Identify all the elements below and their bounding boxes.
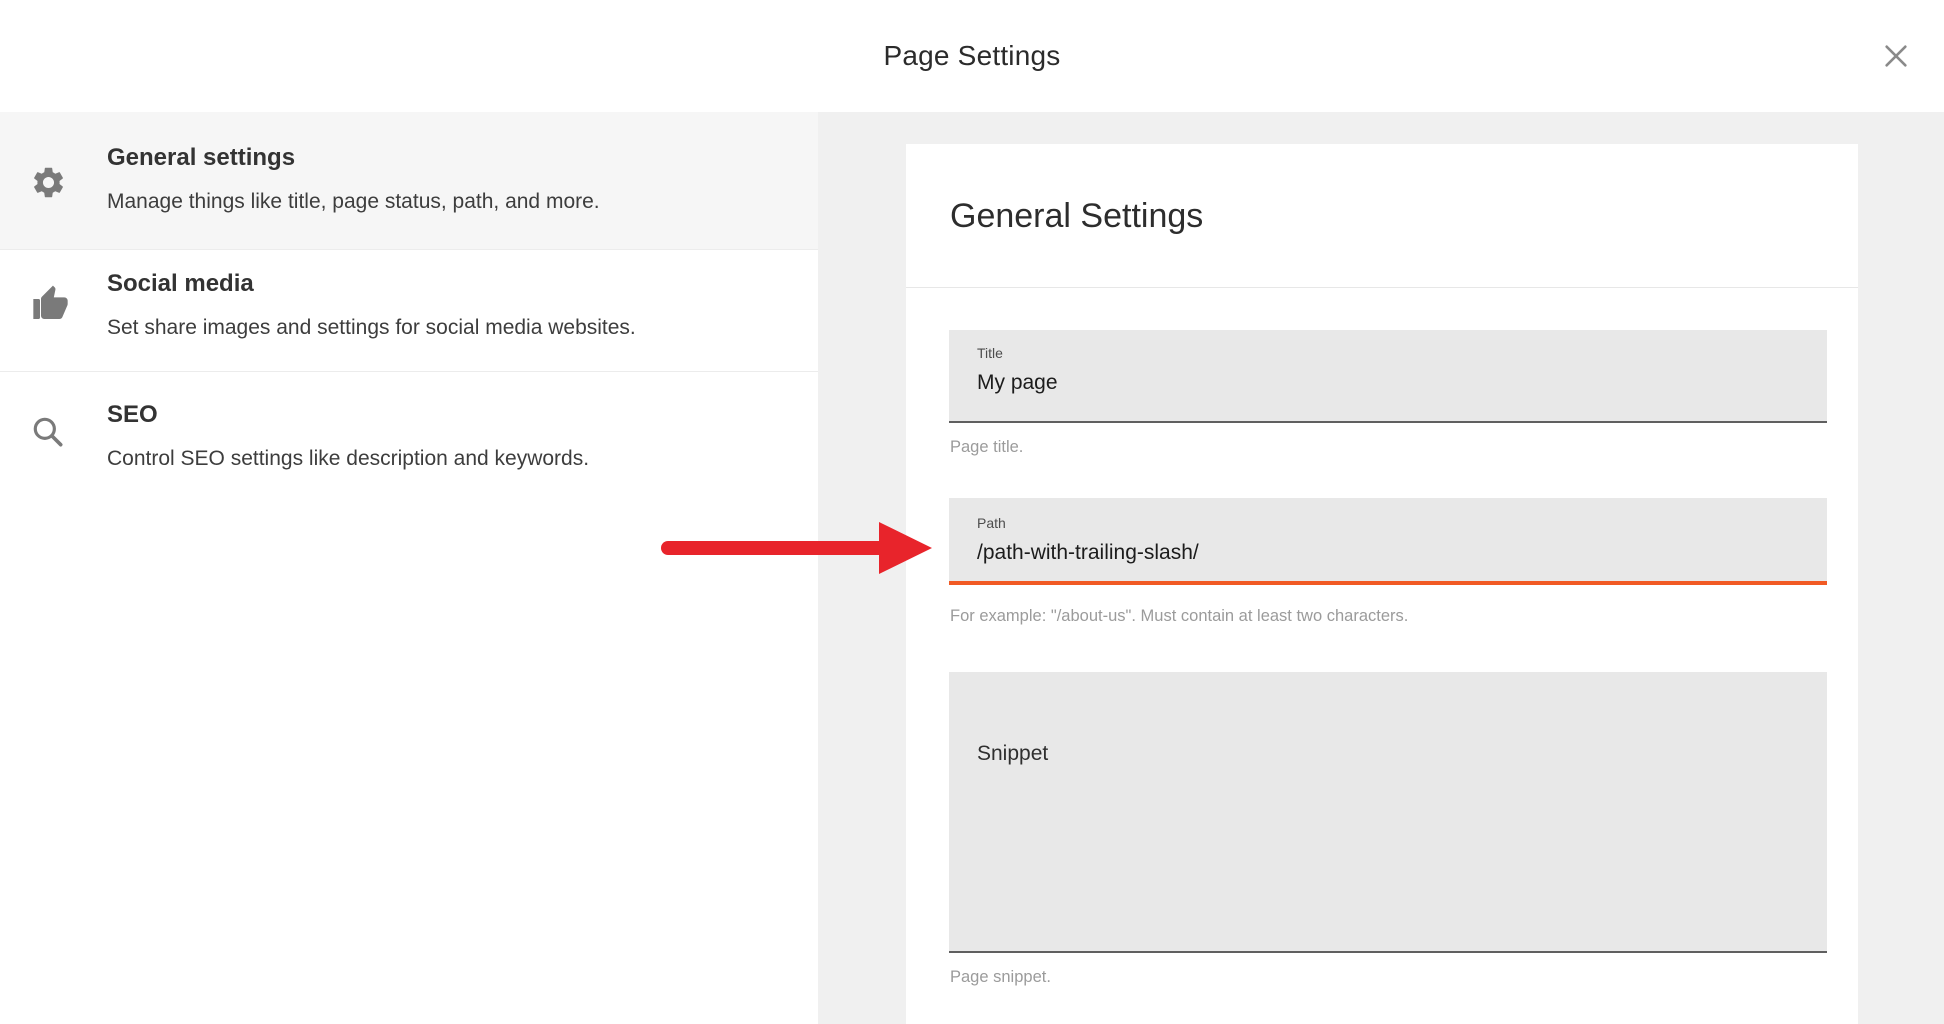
sidebar-item-description: Manage things like title, page status, p…	[107, 190, 788, 214]
sidebar-item-description: Control SEO settings like description an…	[107, 447, 788, 471]
close-button[interactable]	[1868, 28, 1924, 84]
search-icon	[30, 414, 66, 455]
path-field-helper: For example: "/about-us". Must contain a…	[950, 605, 1408, 627]
sidebar-item-general-settings[interactable]: General settings Manage things like titl…	[0, 112, 818, 250]
sidebar-item-social-media[interactable]: Social media Set share images and settin…	[0, 250, 818, 372]
section-heading: General Settings	[950, 197, 1203, 236]
sidebar-item-seo[interactable]: SEO Control SEO settings like descriptio…	[0, 372, 818, 494]
main-panel: General Settings Title Page title. Path …	[818, 112, 1944, 1024]
title-input[interactable]	[977, 368, 1797, 398]
sidebar-item-title: SEO	[107, 402, 788, 428]
sidebar-item-description: Set share images and settings for social…	[107, 316, 788, 340]
path-input[interactable]	[977, 538, 1797, 568]
snippet-field-label: Snippet	[977, 742, 1048, 766]
section-divider	[906, 287, 1858, 288]
snippet-field[interactable]: Snippet	[949, 672, 1827, 953]
sidebar-item-title: Social media	[107, 271, 788, 297]
page-title: Page Settings	[884, 40, 1061, 72]
modal-header: Page Settings	[0, 0, 1944, 112]
title-field-label: Title	[977, 345, 1003, 361]
settings-sidebar: General settings Manage things like titl…	[0, 112, 818, 1024]
path-field-label: Path	[977, 515, 1006, 531]
gear-icon	[30, 164, 67, 206]
snippet-field-helper: Page snippet.	[950, 966, 1051, 988]
title-field[interactable]: Title	[949, 330, 1827, 423]
path-field[interactable]: Path	[949, 498, 1827, 585]
settings-card: General Settings Title Page title. Path …	[906, 144, 1858, 1024]
close-icon	[1882, 42, 1910, 70]
title-field-helper: Page title.	[950, 436, 1023, 458]
page-settings-modal: Page Settings General settings Manage th…	[0, 0, 1944, 1024]
thumbs-up-icon	[30, 284, 70, 329]
sidebar-item-title: General settings	[107, 145, 788, 171]
